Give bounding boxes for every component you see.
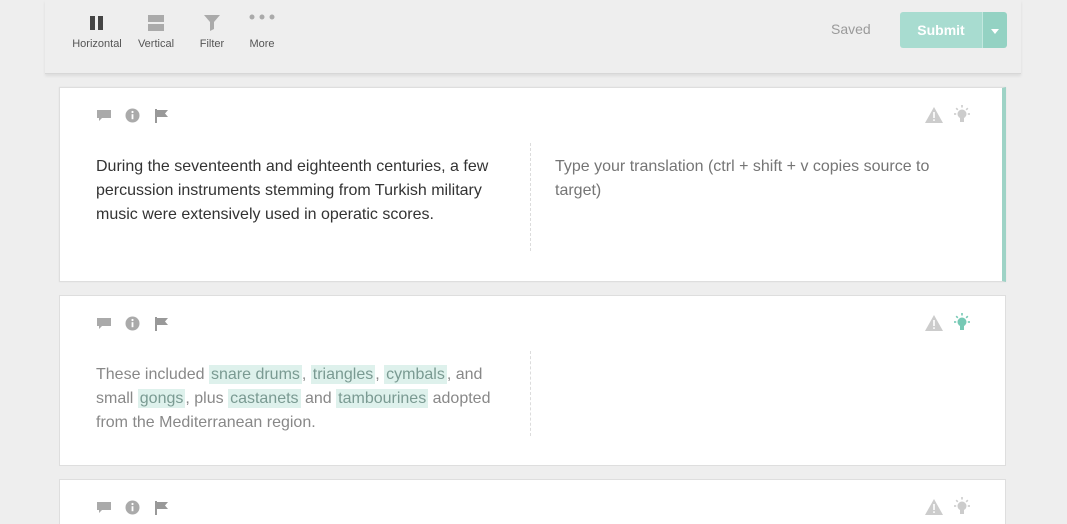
warning-icon[interactable]	[924, 313, 944, 333]
comment-icon[interactable]	[96, 316, 111, 331]
source-text-part: These included	[96, 366, 209, 383]
term-highlight[interactable]: triangles	[310, 365, 376, 384]
info-icon[interactable]	[125, 316, 140, 331]
segment-1[interactable]: During the seventeenth and eighteenth ce…	[59, 87, 1006, 282]
stacked-rows-icon	[133, 12, 179, 34]
more-label: More	[249, 38, 275, 50]
comment-icon[interactable]	[96, 108, 111, 123]
lightbulb-icon[interactable]	[952, 497, 972, 517]
filter-label: Filter	[199, 38, 225, 50]
flag-icon[interactable]	[154, 316, 169, 331]
info-icon[interactable]	[125, 108, 140, 123]
submit-dropdown-toggle[interactable]	[982, 12, 1007, 48]
caret-down-icon	[991, 21, 999, 39]
comment-icon[interactable]	[96, 500, 111, 515]
horizontal-label: Horizontal	[72, 38, 122, 50]
segment-status-icons	[924, 313, 980, 333]
vertical-label: Vertical	[137, 38, 175, 50]
lightbulb-icon[interactable]	[952, 313, 972, 333]
toolbar: Horizontal Vertical Filter More Saved Su…	[45, 0, 1021, 74]
segment-actions	[96, 316, 183, 331]
source-text-part: , plus	[185, 390, 229, 407]
translation-input[interactable]	[555, 155, 975, 215]
segment-divider	[530, 351, 531, 436]
segment-divider	[530, 143, 531, 251]
translation-input[interactable]	[555, 363, 975, 423]
segment-status-icons	[924, 105, 980, 125]
info-icon[interactable]	[125, 500, 140, 515]
warning-icon[interactable]	[924, 497, 944, 517]
funnel-icon	[195, 12, 229, 34]
source-text-part: ,	[375, 366, 385, 383]
segment-3[interactable]	[59, 479, 1006, 524]
term-highlight[interactable]: tambourines	[336, 389, 429, 408]
warning-icon[interactable]	[924, 105, 944, 125]
flag-icon[interactable]	[154, 500, 169, 515]
submit-button[interactable]: Submit	[900, 12, 982, 48]
source-text: During the seventeenth and eighteenth ce…	[96, 158, 489, 223]
term-highlight[interactable]: castanets	[228, 389, 301, 408]
segment-2[interactable]: These included snare drums, triangles, c…	[59, 295, 1006, 466]
pause-columns-icon	[69, 12, 125, 34]
flag-icon[interactable]	[154, 108, 169, 123]
saved-status: Saved	[831, 21, 871, 37]
horizontal-layout-button[interactable]: Horizontal	[69, 12, 125, 50]
vertical-layout-button[interactable]: Vertical	[133, 12, 179, 50]
segment-actions	[96, 108, 183, 123]
term-highlight[interactable]: snare drums	[208, 365, 302, 384]
lightbulb-icon[interactable]	[952, 105, 972, 125]
segment-status-icons	[924, 497, 980, 517]
term-highlight[interactable]: cymbals	[384, 365, 447, 384]
source-text-part: and	[300, 390, 337, 407]
ellipsis-icon	[245, 12, 279, 34]
more-button[interactable]: More	[245, 12, 279, 50]
term-highlight[interactable]: gongs	[137, 389, 186, 408]
source-text-part: ,	[301, 366, 311, 383]
source-text: These included snare drums, triangles, c…	[96, 363, 496, 435]
segment-actions	[96, 500, 183, 515]
filter-button[interactable]: Filter	[195, 12, 229, 50]
